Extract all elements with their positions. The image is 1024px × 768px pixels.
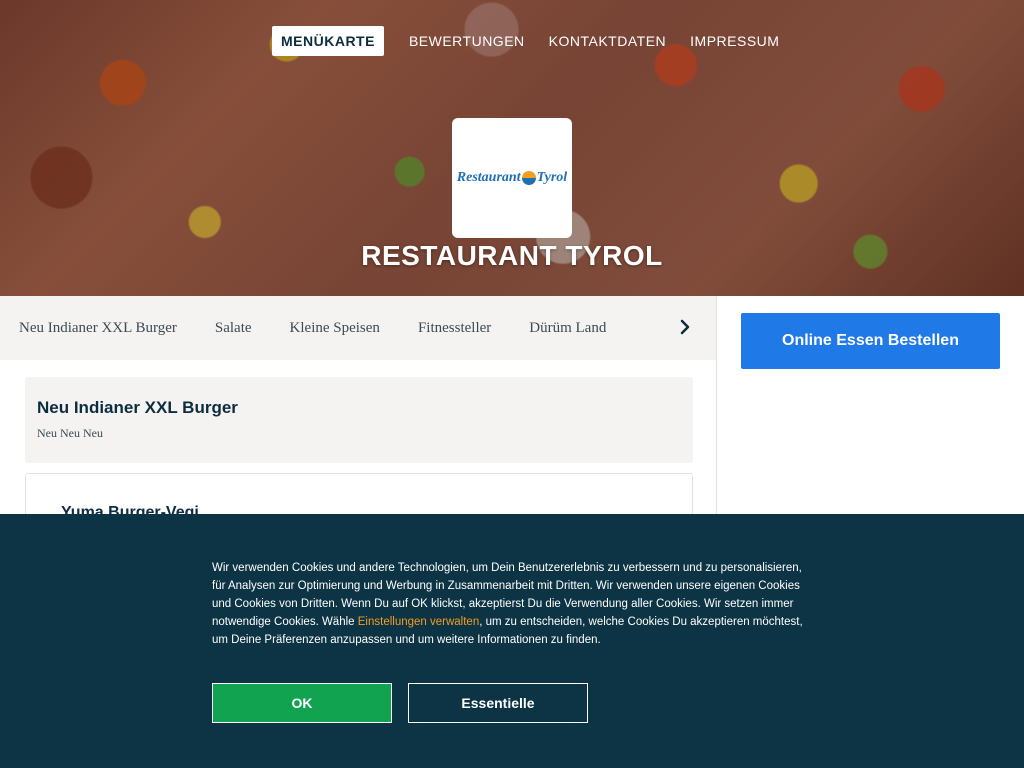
nav-bewertungen[interactable]: BEWERTUNGEN — [400, 26, 534, 56]
category-salate[interactable]: Salate — [215, 320, 252, 337]
logo-wordmark: Restaurant Tyrol — [457, 170, 567, 186]
logo-text-right: Tyrol — [536, 170, 568, 185]
restaurant-name: RESTAURANT TYROL — [361, 240, 663, 271]
category-bar: Neu Indianer XXL Burger Salate Kleine Sp… — [0, 296, 716, 360]
nav-menukarte[interactable]: MENÜKARTE — [272, 26, 384, 56]
category-neu-indianer-xxl-burger[interactable]: Neu Indianer XXL Burger — [19, 320, 177, 337]
restaurant-logo: Restaurant Tyrol — [452, 118, 572, 238]
accept-all-button[interactable]: OK — [212, 683, 392, 723]
logo-text-left: Restaurant — [456, 170, 521, 185]
sun-icon — [521, 171, 536, 185]
section-title: Neu Indianer XXL Burger — [37, 398, 238, 417]
menu-section-header: Neu Indianer XXL Burger Neu Neu Neu — [25, 377, 693, 463]
category-durum-land[interactable]: Dürüm Land — [529, 320, 606, 337]
cookie-banner: Wir verwenden Cookies und andere Technol… — [0, 514, 1024, 768]
cookie-text: Wir verwenden Cookies und andere Technol… — [212, 559, 817, 649]
nav-impressum[interactable]: IMPRESSUM — [681, 26, 788, 56]
top-navigation: MENÜKARTE BEWERTUNGEN KONTAKTDATEN IMPRE… — [272, 26, 794, 56]
chevron-right-icon[interactable] — [676, 318, 694, 336]
nav-kontaktdaten[interactable]: KONTAKTDATEN — [540, 26, 676, 56]
section-subtitle: Neu Neu Neu — [37, 426, 103, 440]
order-online-button[interactable]: Online Essen Bestellen — [741, 313, 1000, 369]
manage-settings-link[interactable]: Einstellungen verwalten — [358, 616, 479, 628]
essential-only-button[interactable]: Essentielle — [408, 683, 588, 723]
category-kleine-speisen[interactable]: Kleine Speisen — [290, 320, 380, 337]
category-fitnessteller[interactable]: Fitnessteller — [418, 320, 491, 337]
